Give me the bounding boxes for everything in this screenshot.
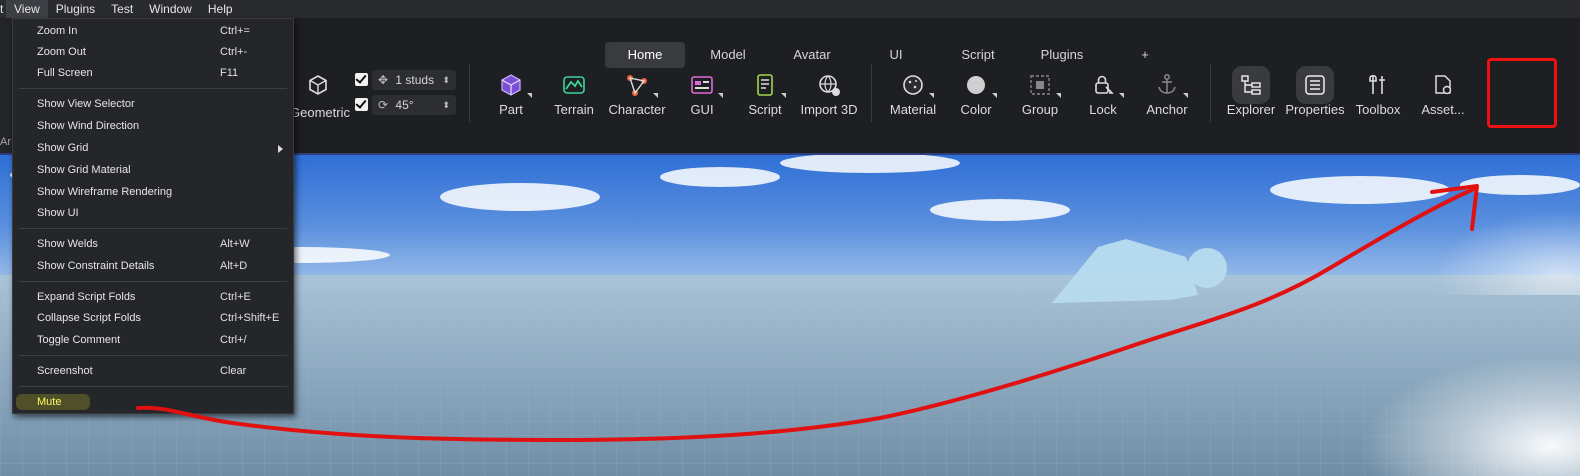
transform-mode-icon[interactable] bbox=[306, 73, 330, 97]
toolbar-divider bbox=[469, 64, 470, 122]
menu-show-wireframe[interactable]: Show Wireframe Rendering bbox=[13, 182, 293, 203]
asset-manager-tool[interactable]: Asset... bbox=[1410, 72, 1476, 128]
material-label: Material bbox=[889, 102, 937, 117]
menu-zoom-out[interactable]: Zoom Out Ctrl+- bbox=[13, 42, 293, 63]
toolbar-divider bbox=[871, 64, 872, 122]
group-icon bbox=[1027, 72, 1061, 98]
anchor-label: Anchor bbox=[1146, 102, 1188, 117]
lock-label: Lock bbox=[1089, 102, 1117, 117]
script-tool[interactable]: Script bbox=[732, 72, 798, 128]
tab-plugins[interactable]: Plugins bbox=[1026, 42, 1098, 68]
properties-icon bbox=[1302, 72, 1328, 98]
character-label: Character bbox=[608, 102, 666, 117]
part-tool[interactable]: Part bbox=[478, 72, 544, 128]
menu-item-plugins[interactable]: Plugins bbox=[48, 0, 103, 18]
character-tool[interactable]: Character bbox=[604, 72, 670, 128]
material-icon bbox=[900, 72, 934, 98]
add-tab-button[interactable]: + bbox=[1130, 42, 1160, 68]
color-swatch-icon bbox=[963, 72, 997, 98]
menu-show-constraint-details[interactable]: Show Constraint Details Alt+D bbox=[13, 256, 293, 277]
group-tool[interactable]: Group bbox=[1007, 72, 1073, 128]
menu-show-view-selector[interactable]: Show View Selector bbox=[13, 94, 293, 115]
menu-separator bbox=[19, 355, 287, 356]
menu-separator bbox=[19, 228, 287, 229]
tab-script[interactable]: Script bbox=[942, 42, 1014, 68]
menu-bar: t View Plugins Test Window Help bbox=[0, 0, 1580, 18]
globe-import-icon bbox=[816, 72, 842, 98]
menu-show-welds[interactable]: Show Welds Alt+W bbox=[13, 234, 293, 255]
stepper-arrows-icon[interactable]: ⬍ bbox=[442, 95, 450, 115]
menu-separator bbox=[19, 386, 287, 387]
highlight-marker-mute bbox=[16, 394, 90, 410]
import-3d-label: Import 3D bbox=[800, 102, 858, 117]
geometric-label[interactable]: Geometric bbox=[290, 105, 350, 120]
left-panel-cut-text: Ar bbox=[0, 136, 11, 148]
menu-item-help[interactable]: Help bbox=[200, 0, 241, 18]
asset-manager-label: Asset... bbox=[1421, 102, 1465, 117]
explorer-tree-icon bbox=[1238, 72, 1264, 98]
asset-gear-icon bbox=[1430, 72, 1456, 98]
lock-tool[interactable]: Lock bbox=[1070, 72, 1136, 128]
view-dropdown-menu: Zoom In Ctrl+= Zoom Out Ctrl+- Full Screen… bbox=[12, 18, 294, 414]
properties-tool[interactable]: Properties bbox=[1282, 72, 1348, 128]
tab-avatar[interactable]: Avatar bbox=[776, 42, 848, 68]
tab-home[interactable]: Home bbox=[605, 42, 685, 68]
group-label: Group bbox=[1021, 102, 1059, 117]
explorer-label: Explorer bbox=[1226, 102, 1276, 117]
move-snap-checkbox[interactable] bbox=[355, 73, 368, 86]
menu-item-window[interactable]: Window bbox=[141, 0, 200, 18]
rotate-snap-stepper[interactable]: ⟳ 45° ⬍ bbox=[372, 95, 456, 115]
material-tool[interactable]: Material bbox=[880, 72, 946, 128]
lock-icon bbox=[1090, 72, 1124, 98]
menu-expand-script-folds[interactable]: Expand Script Folds Ctrl+E bbox=[13, 287, 293, 308]
import-3d-tool[interactable]: Import 3D bbox=[796, 72, 862, 128]
menu-toggle-comment[interactable]: Toggle Comment Ctrl+/ bbox=[13, 330, 293, 351]
terrain-tool[interactable]: Terrain bbox=[541, 72, 607, 128]
menu-separator bbox=[19, 281, 287, 282]
terrain-label: Terrain bbox=[554, 102, 594, 117]
rotate-snap-checkbox[interactable] bbox=[355, 98, 368, 111]
color-label: Color bbox=[960, 102, 992, 117]
toolbox-label: Toolbox bbox=[1355, 102, 1401, 117]
menu-item-test[interactable]: Test bbox=[103, 0, 141, 18]
move-snap-stepper[interactable]: ✥ 1 studs ⬍ bbox=[372, 70, 456, 90]
menu-show-grid[interactable]: Show Grid bbox=[13, 138, 293, 159]
character-icon bbox=[624, 72, 658, 98]
gui-tool[interactable]: GUI bbox=[669, 72, 735, 128]
menu-show-ui[interactable]: Show UI bbox=[13, 203, 293, 224]
gui-label: GUI bbox=[690, 102, 714, 117]
color-tool[interactable]: Color bbox=[943, 72, 1009, 128]
tab-model[interactable]: Model bbox=[692, 42, 764, 68]
rotate-snap-value: 45° bbox=[395, 98, 414, 112]
toolbar-divider bbox=[1210, 64, 1211, 122]
menu-separator bbox=[19, 88, 287, 89]
terrain-icon bbox=[561, 72, 587, 98]
left-panel-edge: Ar bbox=[0, 18, 12, 153]
menu-screenshot[interactable]: Screenshot Clear bbox=[13, 361, 293, 382]
menu-show-grid-material[interactable]: Show Grid Material bbox=[13, 160, 293, 181]
annotation-target-box bbox=[1487, 58, 1557, 128]
script-label: Script bbox=[748, 102, 782, 117]
part-label: Part bbox=[499, 102, 523, 117]
stepper-arrows-icon[interactable]: ⬍ bbox=[442, 70, 450, 90]
script-icon bbox=[752, 72, 786, 98]
menu-collapse-script-folds[interactable]: Collapse Script Folds Ctrl+Shift+E bbox=[13, 308, 293, 329]
move-snap-value: 1 studs bbox=[395, 73, 435, 87]
menu-full-screen[interactable]: Full Screen F11 bbox=[13, 63, 293, 84]
explorer-tool[interactable]: Explorer bbox=[1218, 72, 1284, 128]
menu-item-view[interactable]: View bbox=[6, 0, 48, 18]
toolbox-wrench-icon bbox=[1365, 72, 1391, 98]
rotate-icon: ⟳ bbox=[378, 98, 389, 112]
menu-zoom-in[interactable]: Zoom In Ctrl+= bbox=[13, 21, 293, 42]
anchor-tool[interactable]: Anchor bbox=[1134, 72, 1200, 128]
anchor-icon bbox=[1154, 72, 1188, 98]
menu-show-wind-direction[interactable]: Show Wind Direction bbox=[13, 116, 293, 137]
submenu-arrow-icon bbox=[278, 145, 283, 153]
properties-label: Properties bbox=[1285, 102, 1345, 117]
gui-icon bbox=[689, 72, 723, 98]
move-arrows-icon: ✥ bbox=[378, 73, 389, 87]
toolbox-tool[interactable]: Toolbox bbox=[1345, 72, 1411, 128]
part-cube-icon bbox=[498, 72, 532, 98]
